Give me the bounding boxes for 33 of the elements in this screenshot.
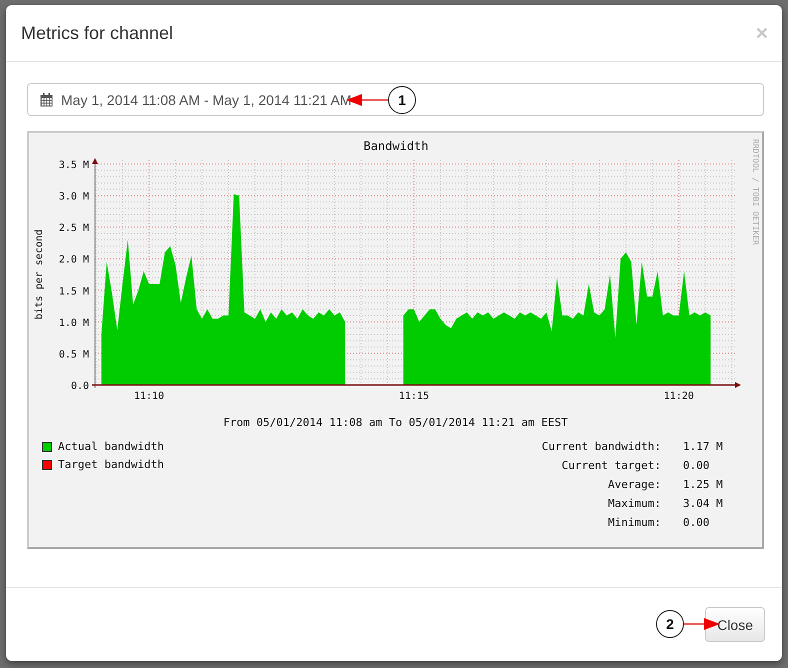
chart-title: Bandwidth (363, 139, 429, 153)
y-tick-label: 0.0 (70, 381, 89, 392)
y-tick-label: 0.5 M (58, 349, 89, 360)
callout-arrow (684, 617, 720, 631)
callout-number: 1 (388, 86, 416, 114)
y-tick-label: 1.0 M (58, 318, 89, 329)
stat-value: 1.25 M (683, 478, 724, 491)
x-tick-label: 11:10 (134, 391, 164, 402)
y-tick-label: 1.5 M (58, 286, 89, 298)
stat-label: Current bandwidth: (542, 440, 661, 453)
stat-label: Minimum: (607, 516, 661, 529)
time-range-caption: From 05/01/2014 11:08 am To 05/01/2014 11:21 am EEST (222, 416, 569, 429)
y-tick-label: 2.0 M (58, 254, 89, 266)
x-tick-label: 11:15 (398, 391, 429, 402)
stat-value: 3.04 M (683, 497, 724, 510)
stat-label: Current target: (560, 459, 661, 472)
y-tick-label: 3.0 M (58, 192, 89, 203)
close-button[interactable]: Close (705, 607, 765, 642)
calendar-icon (40, 92, 53, 106)
y-axis-label: bits per second (34, 229, 45, 320)
stat-value: 0.00 (683, 459, 710, 472)
stat-label: Average: (607, 478, 661, 491)
y-tick-label: 3.5 M (58, 160, 89, 171)
stat-label: Maximum: (607, 497, 661, 510)
modal-title: Metrics for channel (21, 22, 174, 44)
y-tick-label: 2.5 M (58, 223, 89, 234)
watermark-text: RRDTOOL / TOBI OETIKER (751, 139, 760, 245)
stat-value: 0.00 (683, 516, 710, 529)
legend-label: Actual bandwidth (58, 440, 164, 453)
x-tick-label: 11:20 (664, 391, 694, 402)
legend-label: Target bandwidth (58, 458, 164, 471)
stat-value: 1.17 M (683, 440, 724, 453)
callout-number: 2 (656, 610, 684, 638)
